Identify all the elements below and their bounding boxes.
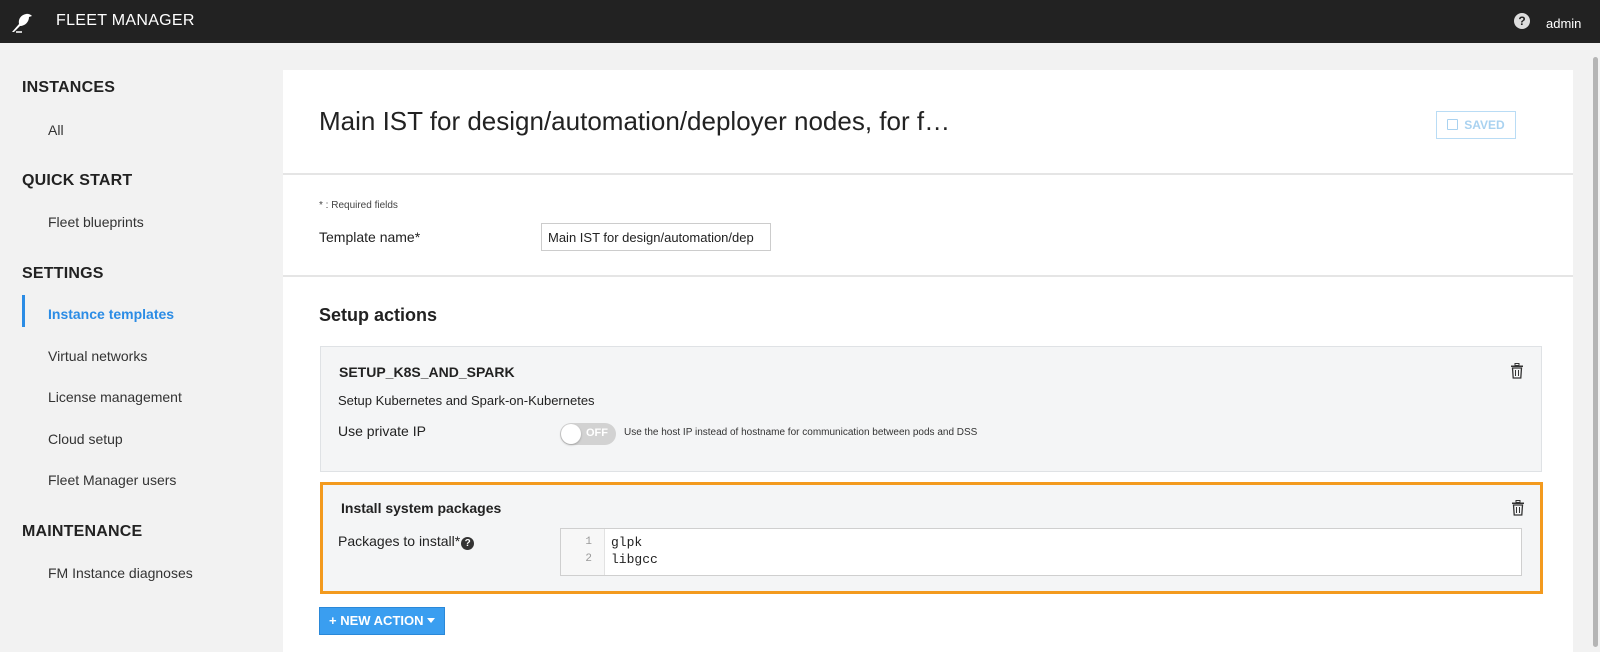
saved-button-label: SAVED [1464, 118, 1505, 132]
saved-button[interactable]: SAVED [1436, 111, 1516, 139]
sidebar-item-fleet-manager-users[interactable]: Fleet Manager users [48, 472, 176, 488]
template-form [283, 177, 1573, 277]
sidebar-item-fm-instance-diagnoses[interactable]: FM Instance diagnoses [48, 565, 193, 581]
sidebar-section-settings: SETTINGS [22, 265, 104, 282]
use-private-ip-label: Use private IP [338, 423, 426, 439]
bird-logo-icon[interactable] [10, 10, 34, 34]
action-title: Install system packages [341, 500, 502, 516]
action-description: Setup Kubernetes and Spark-on-Kubernetes [338, 393, 595, 408]
packages-label: Packages to install*? [338, 533, 475, 550]
scrollbar-thumb[interactable] [1593, 57, 1598, 647]
sidebar-section-instances: INSTANCES [22, 79, 116, 96]
sidebar-item-cloud-setup[interactable]: Cloud setup [48, 431, 123, 447]
sidebar-item-all[interactable]: All [48, 122, 64, 138]
sidebar-section-maintenance: MAINTENANCE [22, 523, 143, 540]
use-private-ip-toggle[interactable]: OFF [560, 423, 616, 445]
save-disk-icon [1447, 119, 1459, 130]
page-header: Main IST for design/automation/deployer … [283, 70, 1573, 175]
line-number: 1 [585, 536, 592, 548]
template-name-input[interactable] [541, 223, 771, 251]
template-name-label: Template name* [319, 229, 421, 245]
trash-icon[interactable] [1511, 500, 1525, 516]
line-number-gutter: 1 2 [561, 529, 605, 575]
use-private-ip-help: Use the host IP instead of hostname for … [624, 427, 978, 438]
packages-label-text: Packages to install* [338, 533, 461, 549]
line-number: 2 [585, 553, 592, 565]
user-menu[interactable]: admin [1546, 16, 1581, 31]
app-title[interactable]: FLEET MANAGER [56, 12, 195, 30]
action-card-setup-k8s: SETUP_K8S_AND_SPARK [320, 346, 1542, 472]
packages-code-editor[interactable]: 1 2 glpk libgcc [560, 528, 1522, 576]
toggle-knob [561, 424, 581, 444]
question-help-icon[interactable]: ? [461, 537, 475, 550]
sidebar-item-instance-templates[interactable]: Instance templates [48, 306, 174, 322]
sidebar-item-virtual-networks[interactable]: Virtual networks [48, 348, 147, 364]
page-title: Main IST for design/automation/deployer … [319, 106, 951, 136]
active-indicator [22, 295, 25, 327]
package-line[interactable]: libgcc [611, 552, 658, 567]
sidebar-item-license-management[interactable]: License management [48, 389, 182, 405]
sidebar: INSTANCES All QUICK START Fleet blueprin… [0, 43, 282, 652]
new-action-label: + NEW ACTION [329, 613, 424, 628]
action-title: SETUP_K8S_AND_SPARK [339, 364, 515, 380]
help-icon[interactable]: ? [1514, 13, 1530, 29]
required-fields-note: * : Required fields [319, 200, 398, 211]
toggle-state-text: OFF [586, 427, 608, 439]
top-bar: FLEET MANAGER ? admin [0, 0, 1600, 43]
caret-down-icon [426, 618, 435, 623]
trash-icon[interactable] [1510, 363, 1524, 379]
setup-actions-heading: Setup actions [319, 305, 438, 325]
page-scrollbar[interactable] [1592, 43, 1600, 652]
sidebar-section-quick-start: QUICK START [22, 172, 133, 189]
sidebar-item-fleet-blueprints[interactable]: Fleet blueprints [48, 214, 144, 230]
package-line[interactable]: glpk [611, 535, 642, 550]
new-action-button[interactable]: + NEW ACTION [319, 607, 445, 635]
